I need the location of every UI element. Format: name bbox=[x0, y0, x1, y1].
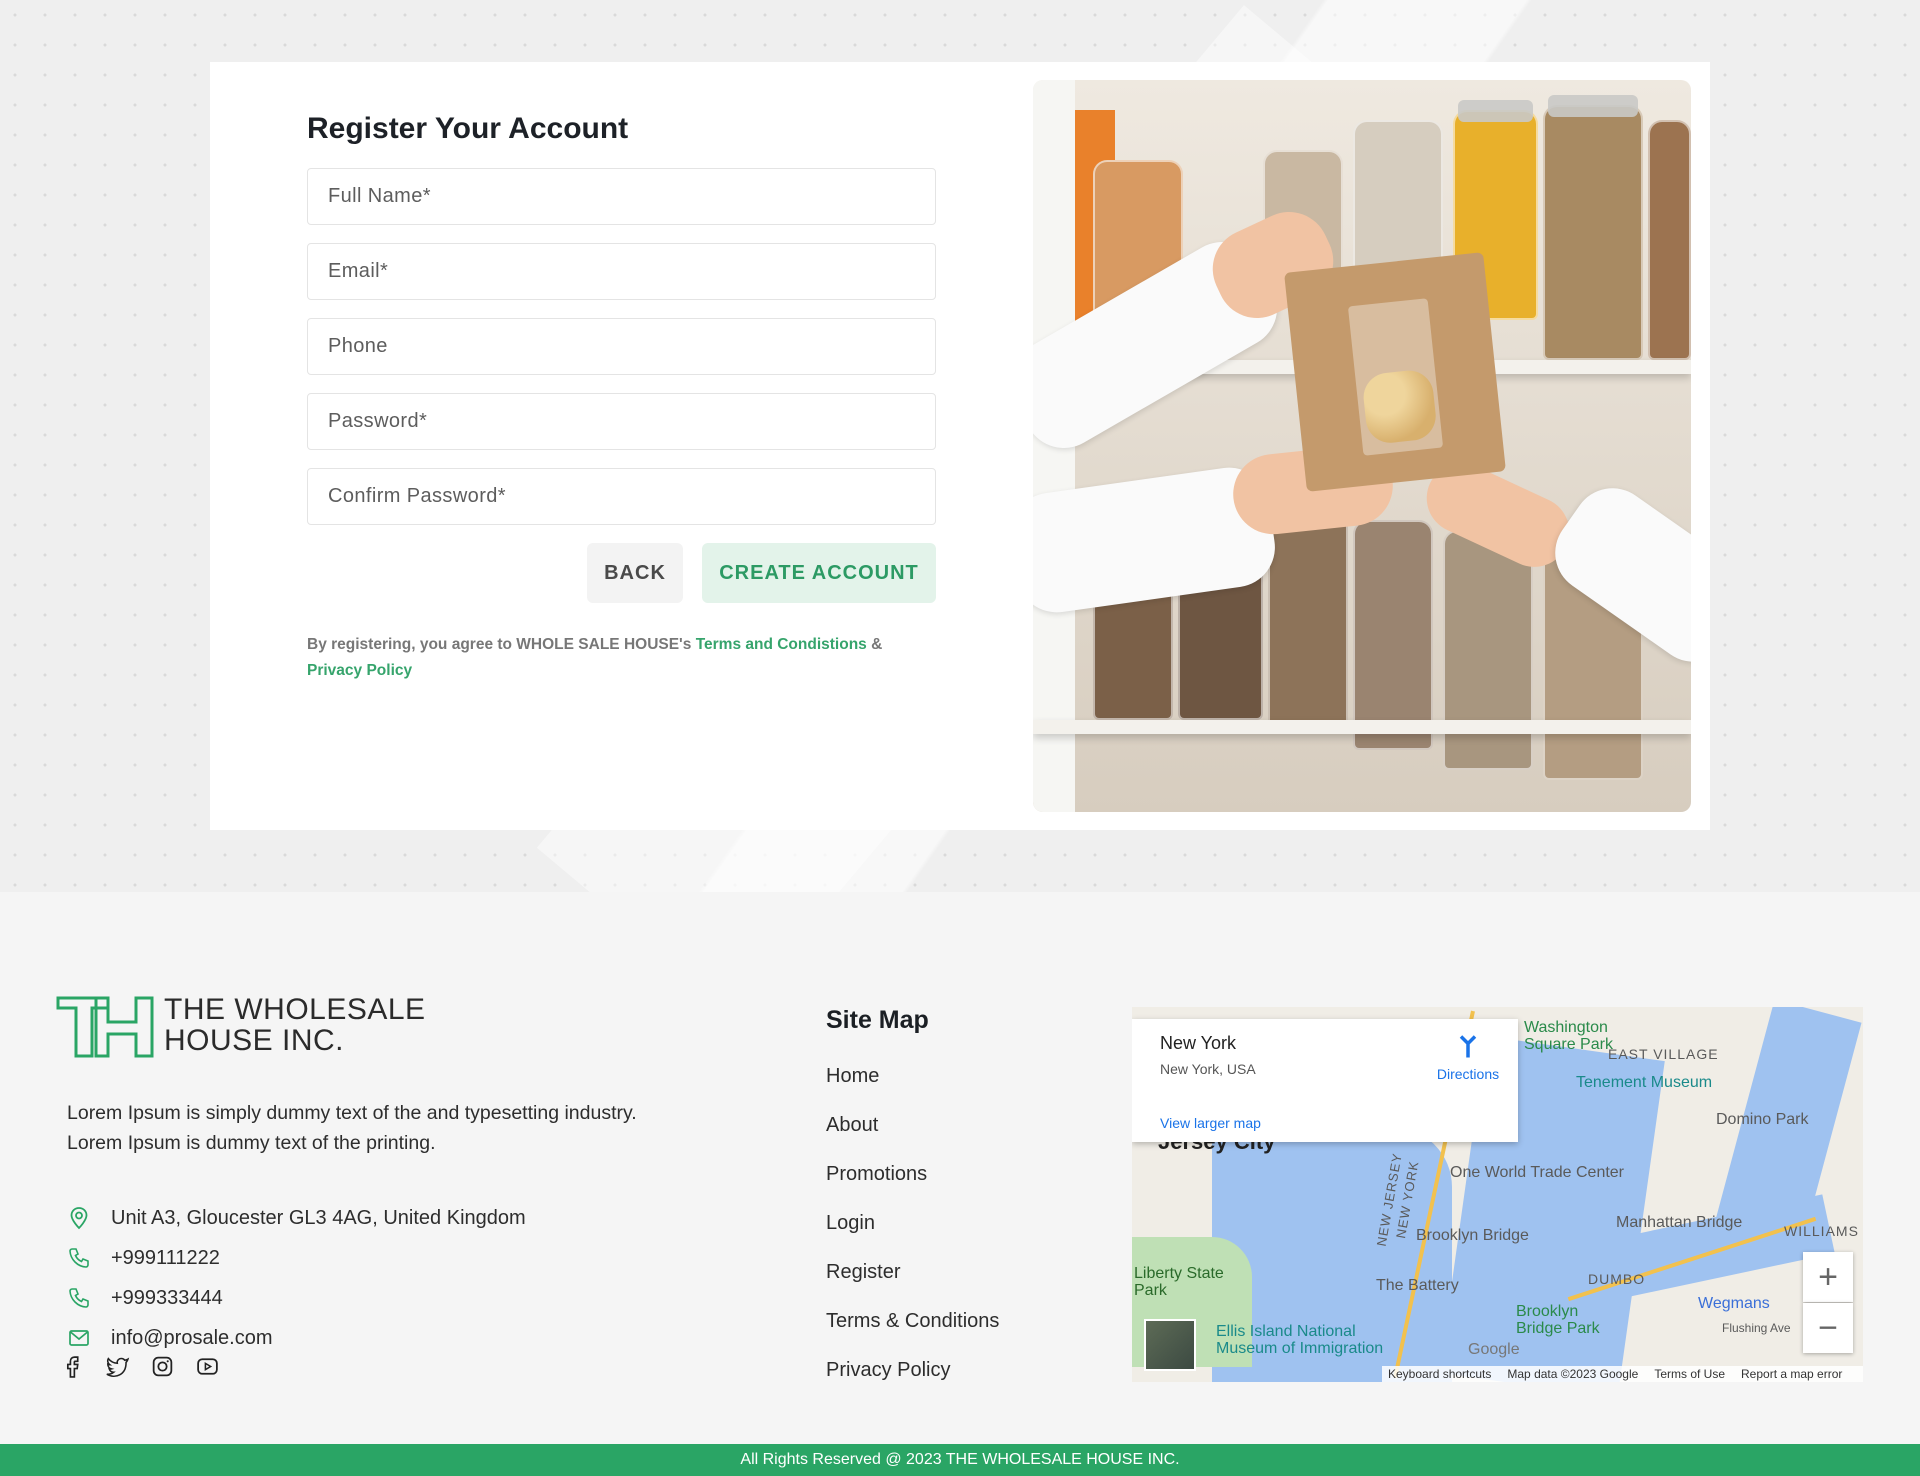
jar-lid bbox=[1458, 100, 1533, 122]
privacy-link[interactable]: Privacy Policy bbox=[307, 662, 412, 679]
contact-phone-2[interactable]: +999333444 bbox=[67, 1283, 223, 1313]
sitemap-link-about[interactable]: About bbox=[826, 1114, 878, 1137]
map-label: One World Trade Center bbox=[1450, 1164, 1625, 1181]
contact-email[interactable]: info@prosale.com bbox=[67, 1323, 272, 1353]
password-input[interactable] bbox=[307, 393, 936, 450]
map-label: DUMBO bbox=[1588, 1271, 1646, 1287]
terms-prefix: By registering, you agree to WHOLE SALE … bbox=[307, 636, 696, 653]
register-card: Register Your Account BACK CREATE ACCOUN… bbox=[210, 62, 1710, 830]
map-label: Wegmans bbox=[1698, 1295, 1770, 1312]
jar bbox=[1353, 520, 1433, 750]
sitemap-link-register[interactable]: Register bbox=[826, 1261, 900, 1284]
logo-line-1: THE WHOLESALE bbox=[164, 993, 426, 1026]
logo-mark-icon bbox=[56, 996, 154, 1058]
terms-link[interactable]: Terms and Condistions bbox=[696, 636, 867, 653]
copyright-text: All Rights Reserved @ 2023 THE WHOLESALE… bbox=[740, 1451, 1180, 1468]
sitemap-link-login[interactable]: Login bbox=[826, 1212, 875, 1235]
social-links bbox=[60, 1354, 220, 1379]
jar bbox=[1443, 530, 1533, 770]
confirm-password-input[interactable] bbox=[307, 468, 936, 525]
terms-of-use-link[interactable]: Terms of Use bbox=[1654, 1367, 1725, 1381]
sitemap-link-promotions[interactable]: Promotions bbox=[826, 1163, 927, 1186]
jar bbox=[1648, 120, 1691, 360]
logo-line-2: HOUSE INC. bbox=[164, 1024, 345, 1057]
contact-email-text: info@prosale.com bbox=[111, 1326, 273, 1349]
jar bbox=[1543, 105, 1643, 360]
phone-input[interactable] bbox=[307, 318, 936, 375]
back-button[interactable]: BACK bbox=[587, 543, 683, 603]
mail-icon bbox=[69, 1330, 89, 1346]
footer: THE WHOLESALE HOUSE INC. Lorem Ipsum is … bbox=[0, 892, 1920, 1444]
map-data-text: Map data ©2023 Google bbox=[1507, 1367, 1639, 1381]
nuts bbox=[1361, 368, 1439, 446]
map-label: Flushing Ave bbox=[1722, 1321, 1791, 1335]
map-label: Brooklyn Bridge bbox=[1416, 1227, 1529, 1244]
contact-phone-1-text: +999111222 bbox=[111, 1246, 220, 1269]
contact-phone-2-text: +999333444 bbox=[111, 1286, 223, 1309]
map-label: EAST VILLAGE bbox=[1608, 1046, 1719, 1062]
keyboard-shortcuts-link[interactable]: Keyboard shortcuts bbox=[1388, 1367, 1491, 1381]
phone-icon bbox=[69, 1288, 89, 1308]
map-place-address: New York, USA bbox=[1160, 1061, 1256, 1077]
sitemap-title: Site Map bbox=[826, 1006, 929, 1034]
sitemap-link-terms[interactable]: Terms & Conditions bbox=[826, 1310, 999, 1333]
create-account-button[interactable]: CREATE ACCOUNT bbox=[702, 543, 936, 603]
company-logo[interactable]: THE WHOLESALE HOUSE INC. bbox=[56, 994, 425, 1060]
map-place-name: New York bbox=[1160, 1033, 1237, 1053]
map-label: Manhattan Bridge bbox=[1616, 1214, 1743, 1231]
map-info-card: New York New York, USA Directions View l… bbox=[1132, 1019, 1518, 1142]
twitter-icon[interactable] bbox=[105, 1354, 130, 1379]
about-line-1: Lorem Ipsum is simply dummy text of the … bbox=[67, 1102, 637, 1124]
zoom-out-button[interactable]: − bbox=[1803, 1303, 1853, 1353]
contact-address: Unit A3, Gloucester GL3 4AG, United King… bbox=[67, 1203, 526, 1233]
facebook-icon[interactable] bbox=[60, 1354, 85, 1379]
directions-label: Directions bbox=[1436, 1066, 1500, 1082]
jar bbox=[1268, 500, 1348, 730]
about-text: Lorem Ipsum is simply dummy text of the … bbox=[67, 1098, 767, 1158]
map-attribution: Keyboard shortcuts Map data ©2023 Google… bbox=[1382, 1366, 1863, 1382]
directions-icon bbox=[1459, 1035, 1477, 1058]
map-label: Domino Park bbox=[1716, 1111, 1809, 1128]
report-map-error-link[interactable]: Report a map error bbox=[1741, 1367, 1842, 1381]
map-label: WILLIAMS bbox=[1784, 1223, 1859, 1239]
map-label: Brooklyn Bridge Park bbox=[1516, 1303, 1600, 1337]
map-embed[interactable]: Jersey City One World Trade Center Brook… bbox=[1132, 1007, 1863, 1382]
jar-lid bbox=[1548, 95, 1638, 117]
map-label: Liberty State Park bbox=[1134, 1265, 1224, 1299]
email-input[interactable] bbox=[307, 243, 936, 300]
location-pin-icon bbox=[70, 1207, 88, 1230]
view-larger-map-link[interactable]: View larger map bbox=[1160, 1115, 1261, 1131]
map-directions[interactable]: Directions bbox=[1428, 1033, 1508, 1082]
satellite-toggle[interactable] bbox=[1144, 1319, 1196, 1371]
phone-icon bbox=[69, 1248, 89, 1268]
shop-photo bbox=[1033, 80, 1691, 812]
copyright-bar: All Rights Reserved @ 2023 THE WHOLESALE… bbox=[0, 1444, 1920, 1476]
map-label: Ellis Island National Museum of Immigrat… bbox=[1216, 1323, 1384, 1357]
contact-phone-1[interactable]: +999111222 bbox=[67, 1243, 220, 1273]
full-name-input[interactable] bbox=[307, 168, 936, 225]
terms-notice: By registering, you agree to WHOLE SALE … bbox=[307, 632, 947, 684]
sitemap-link-privacy[interactable]: Privacy Policy bbox=[826, 1359, 950, 1382]
map-label: Washington Square Park bbox=[1524, 1019, 1613, 1053]
sitemap-link-home[interactable]: Home bbox=[826, 1065, 879, 1088]
shelf bbox=[1033, 720, 1691, 734]
zoom-in-button[interactable]: + bbox=[1803, 1252, 1853, 1302]
youtube-icon[interactable] bbox=[195, 1354, 220, 1379]
map-label: Tenement Museum bbox=[1576, 1074, 1713, 1091]
contact-address-text: Unit A3, Gloucester GL3 4AG, United King… bbox=[111, 1206, 526, 1229]
map-label: Google bbox=[1468, 1341, 1520, 1358]
logo-text: THE WHOLESALE HOUSE INC. bbox=[164, 994, 426, 1056]
terms-amp: & bbox=[866, 636, 883, 653]
instagram-icon[interactable] bbox=[150, 1354, 175, 1379]
form-title: Register Your Account bbox=[307, 112, 629, 145]
map-label: The Battery bbox=[1376, 1277, 1459, 1294]
paper-bag bbox=[1284, 252, 1506, 492]
about-line-2: Lorem Ipsum is dummy text of the printin… bbox=[67, 1132, 436, 1154]
